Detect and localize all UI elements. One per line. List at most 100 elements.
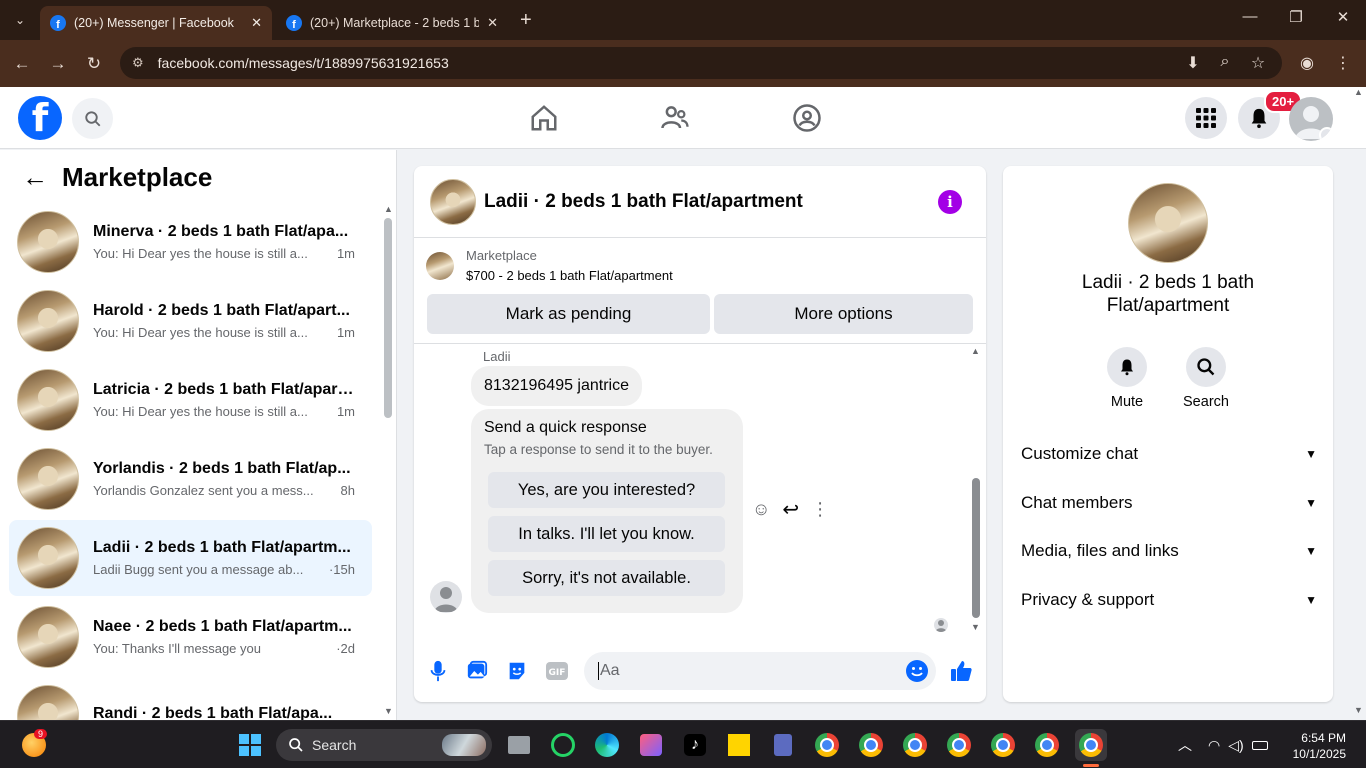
grid-icon	[1196, 108, 1216, 128]
page-scroll-up-icon[interactable]: ▲	[1354, 87, 1363, 97]
chrome-profile-icon[interactable]	[987, 729, 1019, 761]
message-bubble[interactable]: 8132196495 jantrice	[471, 366, 643, 406]
chat-scroll-down-icon[interactable]: ▼	[971, 622, 980, 632]
conversation-item[interactable]: Randi · 2 beds 1 bath Flat/apa...	[9, 678, 372, 720]
task-view-icon[interactable]	[503, 729, 535, 761]
chat-scrollbar[interactable]	[972, 478, 980, 618]
chevron-down-icon: ⌄	[1319, 127, 1333, 141]
edge-icon[interactable]	[591, 729, 623, 761]
back-icon[interactable]: ←	[10, 52, 34, 76]
conversation-item[interactable]: Minerva · 2 beds 1 bath Flat/apa... You:…	[9, 204, 372, 280]
sticky-notes-icon[interactable]	[723, 729, 755, 761]
tab-title: (20+) Marketplace - 2 beds 1 b	[310, 16, 480, 30]
tab-marketplace[interactable]: f (20+) Marketplace - 2 beds 1 b ✕	[276, 6, 508, 40]
listing-thumbnail	[17, 290, 79, 352]
zoom-icon[interactable]: ⌕	[1214, 53, 1236, 71]
friends-icon[interactable]	[658, 101, 692, 135]
microphone-icon[interactable]	[425, 658, 451, 684]
sender-avatar[interactable]	[430, 581, 462, 613]
calculator-icon[interactable]	[767, 729, 799, 761]
like-thumb-icon[interactable]	[948, 658, 974, 684]
sticker-icon[interactable]	[504, 658, 530, 684]
mute-button[interactable]: Mute	[1097, 347, 1157, 410]
message-input[interactable]: Aa	[584, 652, 936, 690]
privacy-support-row[interactable]: Privacy & support ▼	[1021, 580, 1317, 620]
chrome-profile-icon[interactable]	[899, 729, 931, 761]
install-app-icon[interactable]: ⬇	[1182, 53, 1204, 73]
tray-chevron-up-icon[interactable]: ︿	[1178, 735, 1192, 755]
conversation-preview: Ladii Bugg sent you a message ab...	[93, 562, 304, 577]
customize-chat-row[interactable]: Customize chat ▼	[1021, 434, 1317, 474]
chrome-profile-icon[interactable]	[943, 729, 975, 761]
snipping-tool-icon[interactable]	[635, 729, 667, 761]
message-actions: ☺ ↩ ⋮	[752, 497, 829, 522]
forward-icon[interactable]: →	[46, 52, 70, 76]
react-emoji-icon[interactable]: ☺	[752, 499, 770, 520]
chat-avatar[interactable]	[430, 178, 476, 225]
taskbar-search[interactable]: Search	[276, 729, 492, 761]
quick-response-button[interactable]: Sorry, it's not available.	[488, 560, 725, 596]
groups-icon[interactable]	[790, 101, 824, 135]
chrome-active-icon[interactable]	[1075, 729, 1107, 761]
tab-search-menu-icon[interactable]: ⌄	[8, 8, 32, 32]
chat-scroll-up-icon[interactable]: ▲	[971, 346, 980, 356]
tab-close-icon[interactable]: ✕	[251, 15, 262, 31]
taskbar-clock[interactable]: 6:54 PM 10/1/2025	[1286, 730, 1346, 762]
tiktok-icon[interactable]: ♪	[679, 729, 711, 761]
whatsapp-icon[interactable]	[547, 729, 579, 761]
reply-icon[interactable]: ↩	[782, 497, 799, 522]
window-close-icon[interactable]: ✕	[1331, 8, 1355, 26]
chat-title[interactable]: Ladii · 2 beds 1 bath Flat/apartment	[484, 191, 803, 213]
profile-icon[interactable]: ◉	[1296, 53, 1318, 73]
quick-response-button[interactable]: Yes, are you interested?	[488, 472, 725, 508]
tab-close-icon[interactable]: ✕	[487, 15, 498, 31]
bookmark-star-icon[interactable]: ☆	[1247, 53, 1269, 73]
conversation-item-selected[interactable]: Ladii · 2 beds 1 bath Flat/apartm... Lad…	[9, 520, 372, 596]
tab-messenger[interactable]: f (20+) Messenger | Facebook ✕	[40, 6, 272, 40]
battery-icon[interactable]	[1251, 740, 1268, 750]
browser-menu-icon[interactable]: ⋮	[1332, 53, 1354, 73]
gif-icon[interactable]: GIF	[544, 658, 570, 684]
page-scroll-down-icon[interactable]: ▼	[1354, 705, 1363, 715]
quick-response-button[interactable]: In talks. I'll let you know.	[488, 516, 725, 552]
info-icon[interactable]: i	[938, 190, 962, 214]
media-files-links-row[interactable]: Media, files and links ▼	[1021, 531, 1317, 571]
address-bar[interactable]: ⚙ facebook.com/messages/t/18899756319216…	[120, 47, 1282, 79]
wifi-icon[interactable]: ◠	[1208, 737, 1220, 754]
chrome-profile-icon[interactable]	[855, 729, 887, 761]
more-options-button[interactable]: More options	[714, 294, 973, 334]
minimize-icon[interactable]: —	[1238, 8, 1262, 25]
listing-mini-thumbnail	[426, 252, 454, 280]
conversation-item[interactable]: Harold · 2 beds 1 bath Flat/apart... You…	[9, 283, 372, 359]
emoji-icon[interactable]	[906, 660, 928, 682]
volume-icon[interactable]: ◁)	[1228, 737, 1243, 754]
maximize-icon[interactable]: ❐	[1284, 8, 1308, 26]
widgets-icon[interactable]: 9	[18, 729, 50, 761]
windows-start-icon[interactable]	[234, 729, 266, 761]
sidebar-header: ← Marketplace	[22, 162, 212, 193]
conversation-item[interactable]: Naee · 2 beds 1 bath Flat/apartm... You:…	[9, 599, 372, 675]
chat-members-row[interactable]: Chat members ▼	[1021, 483, 1317, 523]
more-vertical-icon[interactable]: ⋮	[811, 499, 829, 520]
conversation-item[interactable]: Latricia · 2 beds 1 bath Flat/apart... Y…	[9, 362, 372, 438]
page-scrollbar[interactable]: ▲ ▼	[1352, 87, 1366, 720]
scroll-up-icon[interactable]: ▲	[384, 204, 393, 214]
sidebar-scrollbar[interactable]	[384, 218, 392, 418]
home-icon[interactable]	[527, 101, 561, 135]
site-info-icon[interactable]: ⚙	[132, 55, 144, 71]
photo-icon[interactable]	[464, 658, 490, 684]
new-tab-icon[interactable]: +	[520, 9, 532, 32]
chrome-profile-icon[interactable]	[811, 729, 843, 761]
listing-price[interactable]: $700 - 2 beds 1 bath Flat/apartment	[466, 268, 673, 283]
chrome-profile-icon[interactable]	[1031, 729, 1063, 761]
menu-grid-button[interactable]	[1185, 97, 1227, 139]
back-arrow-icon[interactable]: ←	[22, 162, 48, 193]
reload-icon[interactable]: ↻	[82, 52, 106, 76]
conversation-item[interactable]: Yorlandis · 2 beds 1 bath Flat/ap... Yor…	[9, 441, 372, 517]
mark-pending-button[interactable]: Mark as pending	[427, 294, 710, 334]
facebook-logo-icon[interactable]: f	[18, 96, 62, 140]
scroll-down-icon[interactable]: ▼	[384, 706, 393, 716]
facebook-search-button[interactable]	[72, 98, 113, 139]
account-avatar[interactable]: ⌄	[1289, 97, 1333, 141]
search-conversation-button[interactable]: Search	[1176, 347, 1236, 410]
